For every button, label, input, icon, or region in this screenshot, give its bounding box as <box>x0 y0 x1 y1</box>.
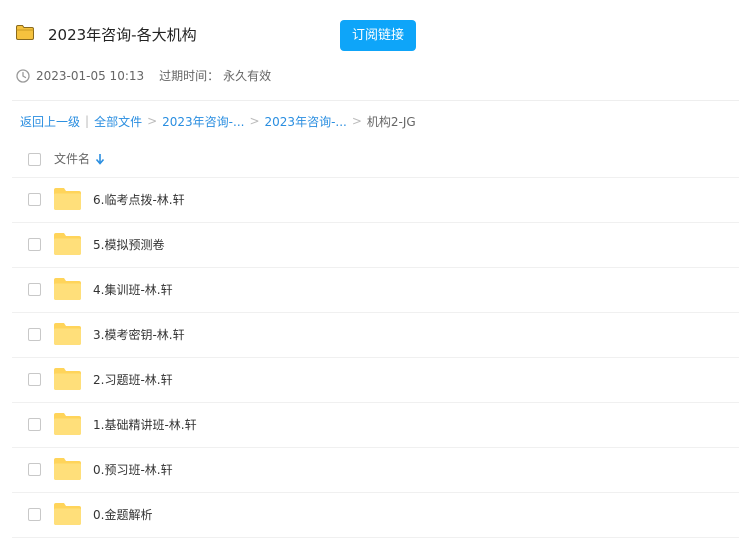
column-filename[interactable]: 文件名 <box>54 150 105 167</box>
file-name[interactable]: 0.金题解析 <box>93 506 152 523</box>
file-name[interactable]: 1.基础精讲班-林.轩 <box>93 416 197 433</box>
breadcrumb-divider: | <box>85 114 90 128</box>
expire-label: 过期时间： <box>159 69 220 83</box>
file-name[interactable]: 6.临考点拨-林.轩 <box>93 191 185 208</box>
select-all-checkbox[interactable] <box>28 153 41 166</box>
file-row[interactable]: 0.金题解析 <box>12 493 739 538</box>
file-row[interactable]: 2.习题班-林.轩 <box>12 358 739 403</box>
expire-value: 永久有效 <box>223 69 272 83</box>
file-row[interactable]: 4.集训班-林.轩 <box>12 268 739 313</box>
breadcrumb-separator: > <box>351 114 362 128</box>
row-checkbox[interactable] <box>28 418 41 431</box>
share-header: 2023年咨询-各大机构 订阅链接 2023-01-05 10:13 过期时间：… <box>0 0 739 100</box>
folder-icon <box>54 323 81 345</box>
file-row[interactable]: 6.临考点拨-林.轩 <box>12 178 739 223</box>
folder-icon <box>54 188 81 210</box>
file-name[interactable]: 5.模拟预测卷 <box>93 236 164 253</box>
folder-icon <box>54 278 81 300</box>
file-name[interactable]: 2.习题班-林.轩 <box>93 371 173 388</box>
folder-icon <box>54 368 81 390</box>
row-checkbox[interactable] <box>28 508 41 521</box>
subscribe-link-button[interactable]: 订阅链接 <box>340 20 416 51</box>
breadcrumb-separator: > <box>249 114 260 128</box>
row-checkbox[interactable] <box>28 373 41 386</box>
row-checkbox[interactable] <box>28 463 41 476</box>
clock-icon <box>16 68 30 83</box>
breadcrumb-separator: > <box>147 114 158 128</box>
created-time: 2023-01-05 10:13 <box>36 68 145 83</box>
row-checkbox[interactable] <box>28 283 41 296</box>
folder-icon <box>54 458 81 480</box>
back-link[interactable]: 返回上一级 <box>20 113 80 130</box>
file-row[interactable]: 0.预习班-林.轩 <box>12 448 739 493</box>
breadcrumb-current: 机构2-JG <box>366 114 416 129</box>
file-row[interactable]: 5.模拟预测卷 <box>12 223 739 268</box>
row-checkbox[interactable] <box>28 328 41 341</box>
folder-icon <box>54 233 81 255</box>
share-meta: 2023-01-05 10:13 过期时间： 永久有效 <box>16 67 271 84</box>
breadcrumb: 返回上一级 | 全部文件 > 2023年咨询-... > 2023年咨询-...… <box>20 112 416 130</box>
folder-icon <box>54 503 81 525</box>
file-row[interactable]: 3.模考密钥-林.轩 <box>12 313 739 358</box>
breadcrumb-all-files[interactable]: 全部文件 <box>94 113 142 130</box>
column-filename-label: 文件名 <box>54 152 91 166</box>
file-list-header: 文件名 <box>12 141 739 178</box>
arrow-down-icon <box>95 153 105 165</box>
breadcrumb-item[interactable]: 2023年咨询-... <box>162 113 244 130</box>
folder-icon <box>54 413 81 435</box>
folder-icon <box>16 25 34 40</box>
file-name[interactable]: 0.预习班-林.轩 <box>93 461 173 478</box>
file-row[interactable]: 1.基础精讲班-林.轩 <box>12 403 739 448</box>
row-checkbox[interactable] <box>28 193 41 206</box>
file-name[interactable]: 3.模考密钥-林.轩 <box>93 326 185 343</box>
row-checkbox[interactable] <box>28 238 41 251</box>
share-title: 2023年咨询-各大机构 <box>48 26 197 44</box>
breadcrumb-item[interactable]: 2023年咨询-... <box>265 113 347 130</box>
file-name[interactable]: 4.集训班-林.轩 <box>93 281 173 298</box>
header-divider <box>12 100 739 101</box>
